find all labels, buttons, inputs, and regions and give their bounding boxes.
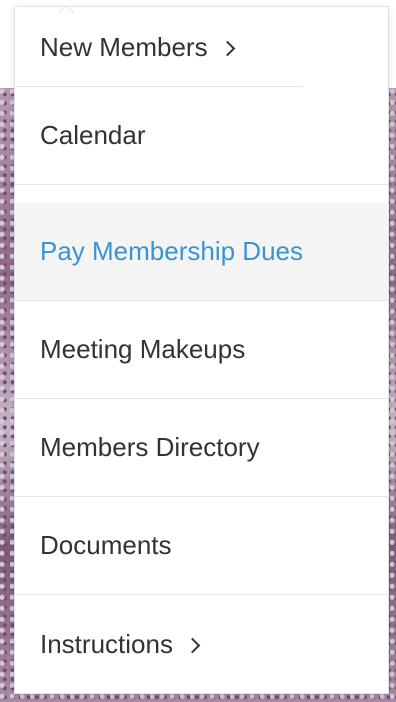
menu-item-members-directory[interactable]: Members Directory (15, 399, 388, 497)
menu-item-label: New Members (40, 31, 208, 62)
menu-item-label: Instructions (40, 628, 173, 659)
menu-item-meeting-makeups[interactable]: Meeting Makeups (15, 301, 388, 399)
menu-item-label: Pay Membership Dues (40, 236, 303, 266)
chevron-right-icon (219, 40, 235, 56)
menu-item-calendar[interactable]: Calendar (15, 87, 388, 185)
chevron-right-icon (184, 637, 201, 653)
menu-item-new-members[interactable]: New Members (15, 7, 388, 87)
menu-item-label: Documents (40, 530, 172, 560)
menu-item-instructions[interactable]: Instructions (15, 595, 388, 693)
menu-item-label: Calendar (40, 120, 146, 150)
menu-item-documents[interactable]: Documents (15, 497, 388, 595)
menu-item-label: Meeting Makeups (40, 334, 246, 364)
dropdown-menu: New Members Calendar Pay Membership Dues… (14, 4, 389, 694)
menu-item-label: Members Directory (40, 432, 260, 462)
menu-item-pay-membership-dues[interactable]: Pay Membership Dues (15, 203, 388, 301)
